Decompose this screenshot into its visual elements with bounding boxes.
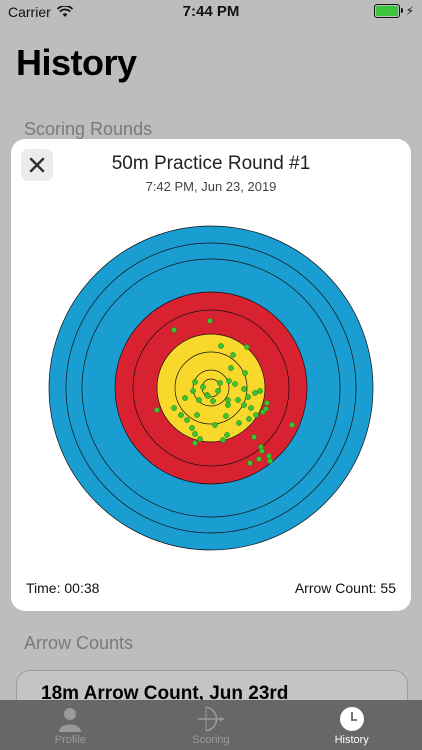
- arrow-hit-dot: [220, 437, 226, 443]
- arrow-hit-dot: [178, 412, 184, 418]
- arrow-hit-dot: [226, 378, 232, 384]
- arrow-hit-dot: [248, 405, 254, 411]
- arrow-hit-dot: [182, 395, 188, 401]
- arrow-hit-dot: [289, 422, 295, 428]
- arrow-hit-dot: [200, 384, 206, 390]
- arrow-hit-dot: [218, 343, 224, 349]
- tab-bar: Profile Scoring History: [0, 700, 422, 750]
- arrow-hit-dot: [190, 388, 196, 394]
- tab-label-profile: Profile: [54, 734, 86, 746]
- arrow-hit-dot: [257, 388, 263, 394]
- tab-label-history: History: [334, 734, 369, 746]
- round-timestamp: 7:42 PM, Jun 23, 2019: [145, 179, 277, 194]
- status-bar: Carrier 7:44 PM ⚡: [0, 0, 422, 22]
- status-right: ⚡: [373, 4, 414, 18]
- arrow-hit-dot: [251, 434, 257, 440]
- person-icon: [59, 708, 82, 732]
- arrow-hit-dot: [154, 407, 160, 413]
- arrow-hit-dot: [244, 344, 250, 350]
- round-detail-modal: 50m Practice Round #1 7:42 PM, Jun 23, 2…: [11, 139, 411, 611]
- round-title: 50m Practice Round #1: [111, 153, 311, 174]
- arrow-hit-dot: [247, 460, 253, 466]
- bow-arrow-icon: [198, 706, 224, 732]
- arrow-hit-dot: [223, 413, 229, 419]
- page-title: History: [16, 42, 137, 83]
- arrow-hit-dot: [192, 431, 198, 437]
- arrow-hit-dot: [259, 448, 265, 454]
- arrow-hit-dot: [242, 370, 248, 376]
- section-header-scoring: Scoring Rounds: [24, 119, 153, 139]
- arrow-hit-dot: [171, 327, 177, 333]
- archery-target: [48, 225, 374, 551]
- battery-icon: [373, 4, 403, 18]
- arrow-hit-dot: [256, 456, 262, 462]
- arrow-hit-dot: [252, 390, 258, 396]
- arrow-hit-dot: [224, 432, 230, 438]
- arrow-hit-dot: [192, 379, 198, 385]
- tab-history[interactable]: History: [281, 700, 422, 750]
- arrow-hit-dot: [246, 416, 252, 422]
- arrow-hit-dot: [230, 352, 236, 358]
- charging-icon: ⚡: [405, 4, 414, 18]
- arrow-hit-dot: [267, 458, 273, 464]
- round-time: Time: 00:38: [26, 580, 100, 596]
- arrow-hit-dot: [253, 412, 259, 418]
- arrow-hit-dot: [210, 398, 216, 404]
- tab-label-scoring: Scoring: [192, 734, 230, 746]
- arrow-hit-dot: [194, 412, 200, 418]
- arrow-hit-dot: [171, 405, 177, 411]
- arrow-hit-dot: [217, 380, 223, 386]
- arrow-hit-dot: [225, 397, 231, 403]
- arrow-hit-dot: [241, 402, 247, 408]
- arrow-hit-dot: [228, 365, 234, 371]
- arrow-hit-dot: [196, 397, 202, 403]
- arrow-hit-dot: [189, 425, 195, 431]
- arrow-hit-dot: [263, 406, 269, 412]
- tab-profile[interactable]: Profile: [0, 700, 141, 750]
- status-time: 7:44 PM: [182, 3, 240, 20]
- arrow-hit-dot: [192, 440, 198, 446]
- arrow-hit-dot: [241, 386, 247, 392]
- arrow-hit-dot: [264, 400, 270, 406]
- arrow-hit-dot: [235, 397, 241, 403]
- section-header-arrow-counts: Arrow Counts: [24, 633, 134, 653]
- arrow-hit-dot: [197, 436, 203, 442]
- arrow-hit-dot: [212, 422, 218, 428]
- arrow-count: Arrow Count: 55: [294, 580, 396, 596]
- clock-icon: [339, 707, 364, 731]
- arrow-hit-dot: [245, 394, 251, 400]
- arrow-hit-dot: [236, 420, 242, 426]
- arrow-hit-dot: [184, 417, 190, 423]
- arrow-hit-dot: [225, 402, 231, 408]
- arrow-hit-dot: [205, 393, 211, 399]
- arrow-hit-dot: [232, 381, 238, 387]
- tab-scoring[interactable]: Scoring: [141, 700, 282, 750]
- arrow-hit-dot: [207, 318, 213, 324]
- arrow-hit-dot: [266, 453, 272, 459]
- arrow-hit-dot: [215, 388, 221, 394]
